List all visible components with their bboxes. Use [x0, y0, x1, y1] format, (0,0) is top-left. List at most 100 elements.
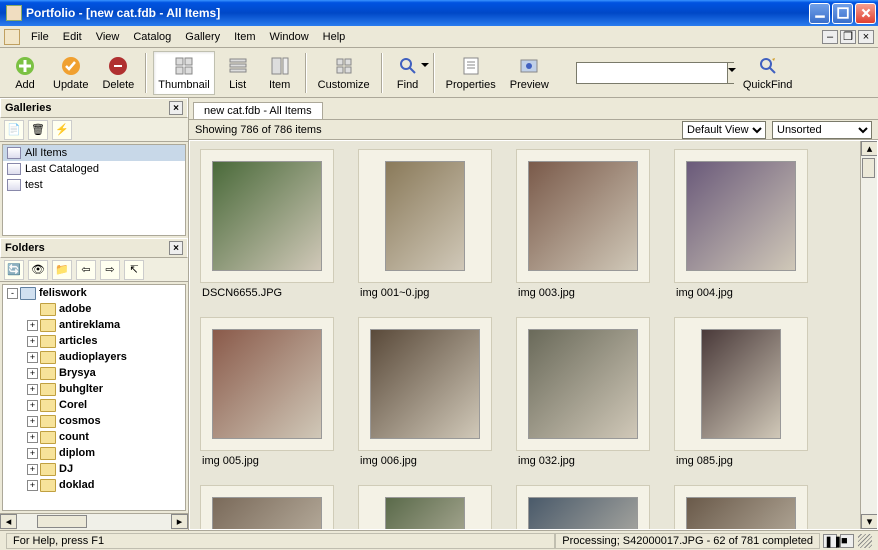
- expand-icon[interactable]: +: [27, 336, 38, 347]
- thumbnail-cell[interactable]: img 001~0.jpg: [358, 149, 508, 299]
- tree-node[interactable]: +Brysya: [3, 365, 185, 381]
- gallery-item-test[interactable]: test: [3, 177, 185, 193]
- scroll-track[interactable]: [861, 156, 877, 514]
- thumbnail-cell[interactable]: img 005.jpg: [200, 317, 350, 467]
- thumbnail-view-button[interactable]: Thumbnail: [153, 51, 214, 95]
- menu-help[interactable]: Help: [316, 29, 353, 45]
- view-select[interactable]: Default View: [682, 121, 766, 139]
- preview-button[interactable]: Preview: [505, 51, 554, 95]
- mdi-close[interactable]: ×: [858, 30, 874, 44]
- expand-icon[interactable]: +: [27, 416, 38, 427]
- find-button[interactable]: Find: [389, 51, 427, 95]
- scroll-up-button[interactable]: ▴: [861, 141, 878, 156]
- galleries-header: Galleries ×: [0, 98, 188, 118]
- gallery-item-last[interactable]: Last Cataloged: [3, 161, 185, 177]
- thumbnail-cell[interactable]: DSCN6655.JPG: [200, 149, 350, 299]
- thumbnail-cell[interactable]: [516, 485, 666, 530]
- expand-icon[interactable]: +: [27, 432, 38, 443]
- tree-node[interactable]: +cosmos: [3, 413, 185, 429]
- quickfind-button[interactable]: QuickFind: [738, 51, 798, 95]
- close-button[interactable]: [855, 3, 876, 24]
- expand-icon[interactable]: +: [27, 320, 38, 331]
- menu-file[interactable]: File: [24, 29, 56, 45]
- tree-node[interactable]: +diplom: [3, 445, 185, 461]
- add-button[interactable]: Add: [6, 51, 44, 95]
- sort-select[interactable]: Unsorted: [772, 121, 872, 139]
- maximize-button[interactable]: [832, 3, 853, 24]
- status-stop-button[interactable]: ■: [840, 534, 854, 548]
- thumbnail-cell[interactable]: img 004.jpg: [674, 149, 824, 299]
- scroll-left-button[interactable]: ◂: [0, 514, 17, 529]
- new-gallery-button[interactable]: 📄: [4, 120, 24, 140]
- watch-button[interactable]: 👁: [28, 260, 48, 280]
- thumbnail-cell[interactable]: [358, 485, 508, 530]
- tree-node-root[interactable]: -feliswork: [3, 285, 185, 301]
- menu-window[interactable]: Window: [263, 29, 316, 45]
- item-count: Showing 786 of 786 items: [195, 124, 322, 136]
- expand-icon[interactable]: +: [27, 368, 38, 379]
- expand-icon[interactable]: +: [27, 480, 38, 491]
- scroll-right-button[interactable]: ▸: [171, 514, 188, 529]
- expand-icon[interactable]: +: [27, 352, 38, 363]
- smart-gallery-button[interactable]: ⚡: [52, 120, 72, 140]
- delete-button[interactable]: Delete: [97, 51, 139, 95]
- expand-icon[interactable]: +: [27, 400, 38, 411]
- quickfind-dropdown[interactable]: [727, 63, 736, 83]
- thumbnail-cell[interactable]: img 003.jpg: [516, 149, 666, 299]
- thumbnail-cell[interactable]: img 085.jpg: [674, 317, 824, 467]
- tree-node[interactable]: +audioplayers: [3, 349, 185, 365]
- thumbnail-frame: [358, 317, 492, 451]
- up-button[interactable]: ↸: [124, 260, 144, 280]
- thumbnail-cell[interactable]: [674, 485, 824, 530]
- menu-item[interactable]: Item: [227, 29, 262, 45]
- status-pause-button[interactable]: ❚❚: [823, 534, 837, 548]
- expand-icon[interactable]: +: [27, 464, 38, 475]
- tree-node[interactable]: +antireklama: [3, 317, 185, 333]
- scroll-down-button[interactable]: ▾: [861, 514, 878, 529]
- item-view-button[interactable]: Item: [261, 51, 299, 95]
- folder-hscroll[interactable]: ◂ ▸: [0, 513, 188, 530]
- properties-button[interactable]: Properties: [441, 51, 501, 95]
- catalog-tab[interactable]: new cat.fdb - All Items: [193, 102, 323, 119]
- quickfind-input[interactable]: [577, 63, 727, 83]
- scroll-thumb[interactable]: [37, 515, 87, 528]
- sync-button[interactable]: 🔄: [4, 260, 24, 280]
- folders-close-button[interactable]: ×: [169, 241, 183, 255]
- tree-node[interactable]: +DJ: [3, 461, 185, 477]
- mdi-minimize[interactable]: –: [822, 30, 838, 44]
- gallery-item-all[interactable]: All Items: [3, 145, 185, 161]
- collapse-icon[interactable]: -: [7, 288, 18, 299]
- tree-node[interactable]: +buhglter: [3, 381, 185, 397]
- menu-catalog[interactable]: Catalog: [126, 29, 178, 45]
- minimize-button[interactable]: [809, 3, 830, 24]
- tree-node[interactable]: +count: [3, 429, 185, 445]
- customize-button[interactable]: Customize: [313, 51, 375, 95]
- menu-view[interactable]: View: [89, 29, 127, 45]
- open-folder-button[interactable]: 📁: [52, 260, 72, 280]
- menu-edit[interactable]: Edit: [56, 29, 89, 45]
- galleries-list[interactable]: All Items Last Cataloged test: [2, 144, 186, 236]
- forward-button[interactable]: ⇨: [100, 260, 120, 280]
- list-view-button[interactable]: List: [219, 51, 257, 95]
- update-button[interactable]: Update: [48, 51, 93, 95]
- thumbnail-cell[interactable]: [200, 485, 350, 530]
- delete-icon: [107, 55, 129, 77]
- thumbnail-vscroll[interactable]: ▴ ▾: [860, 141, 877, 529]
- scroll-thumb[interactable]: [862, 158, 875, 178]
- expand-icon[interactable]: +: [27, 448, 38, 459]
- back-button[interactable]: ⇦: [76, 260, 96, 280]
- scroll-track[interactable]: [17, 514, 171, 530]
- galleries-close-button[interactable]: ×: [169, 101, 183, 115]
- tree-node[interactable]: +Corel: [3, 397, 185, 413]
- resize-grip[interactable]: [858, 534, 872, 548]
- tree-node[interactable]: +doklad: [3, 477, 185, 493]
- menu-gallery[interactable]: Gallery: [178, 29, 227, 45]
- tree-node[interactable]: adobe: [3, 301, 185, 317]
- tree-node[interactable]: +articles: [3, 333, 185, 349]
- thumbnail-cell[interactable]: img 006.jpg: [358, 317, 508, 467]
- folder-tree[interactable]: -felisworkadobe+antireklama+articles+aud…: [2, 284, 186, 511]
- expand-icon[interactable]: +: [27, 384, 38, 395]
- mdi-restore[interactable]: ❐: [840, 30, 856, 44]
- thumbnail-cell[interactable]: img 032.jpg: [516, 317, 666, 467]
- delete-gallery-button[interactable]: 🗑: [28, 120, 48, 140]
